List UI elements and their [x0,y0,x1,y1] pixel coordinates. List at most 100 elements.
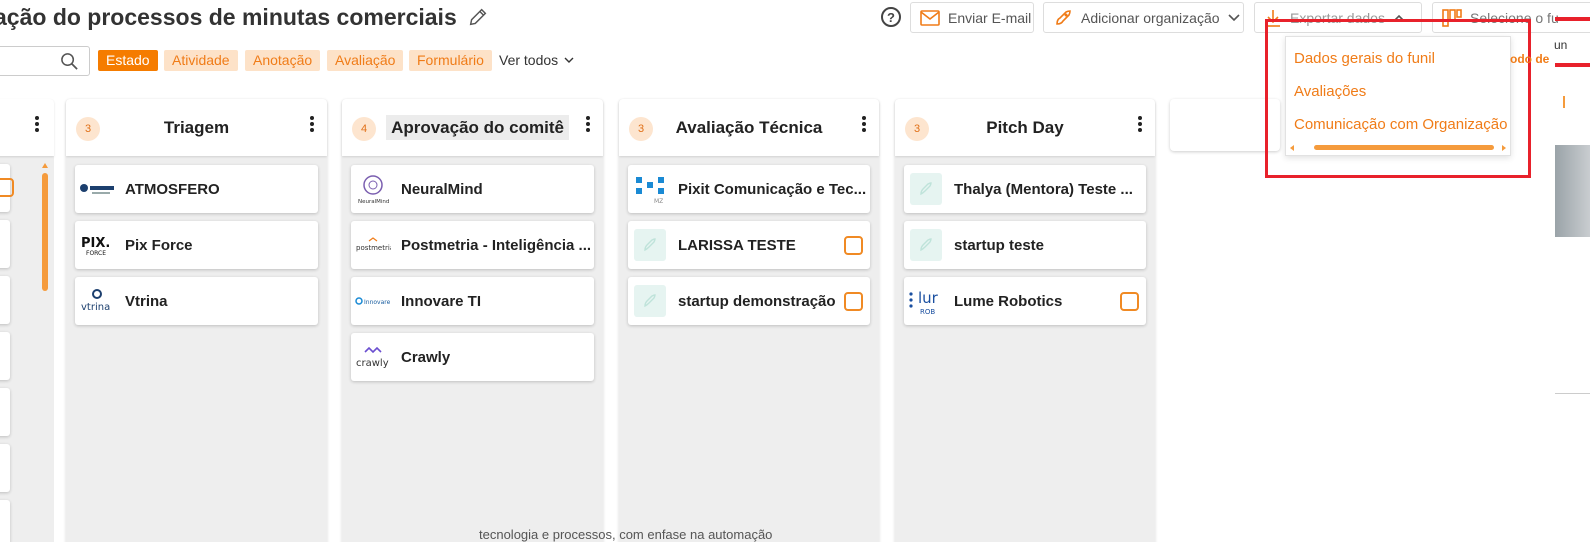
filter-chip-estado[interactable]: Estado [98,50,158,71]
filter-chip-atividade[interactable]: Atividade [164,50,238,71]
card-name: Lume Robotics [954,292,1063,310]
card-name: Crawly [401,348,451,366]
form-icon[interactable] [844,236,863,255]
kebab-menu-icon[interactable] [1137,115,1143,133]
lume-logo: lur ROB [908,285,944,317]
kebab-menu-icon[interactable] [309,115,315,133]
add-organization-button[interactable]: Adicionar organização [1043,2,1244,33]
kanban-card[interactable]: NeuralMind NeuralMind [351,165,594,213]
svg-text:PIX.: PIX. [81,236,110,251]
edge-image [1555,145,1590,237]
rocket-placeholder-logo [632,229,668,261]
edge-orange-mark [1563,96,1568,108]
help-icon[interactable]: ? [881,7,901,27]
see-all-label: Ver todos [499,52,559,68]
kebab-menu-icon[interactable] [34,115,40,133]
card-name: NeuralMind [401,180,483,198]
kanban-card[interactable] [0,220,10,268]
send-email-button[interactable]: Enviar E-mail [910,2,1034,33]
pixforce-logo: PIX. FORCE [79,229,115,261]
svg-text:ROB: ROB [920,308,935,316]
kanban-column-avaliacao-tecnica: 3 Avaliação Técnica MZ Pixit Comunicação… [619,99,879,542]
kanban-card[interactable]: Innovare TI Innovare TI [351,277,594,325]
vtrina-logo: vtrina [79,285,115,317]
pixit-logo: MZ [632,173,668,205]
kanban-card[interactable] [0,500,10,542]
kanban-card[interactable]: MZ Pixit Comunicação e Tec... [628,165,870,213]
kanban-card[interactable]: startup demonstração [628,277,870,325]
kanban-card[interactable] [0,164,14,212]
column-header: 3 Avaliação Técnica [619,99,879,156]
kanban-card[interactable]: postmetria Postmetria - Inteligência ... [351,221,594,269]
column-title-text: Aprovação do comitê [386,115,569,140]
card-name: Pixit Comunicação e Tec... [678,180,867,198]
edge-orange-text: odo de [1510,52,1550,66]
column-title: Aprovação do comitê [342,115,603,140]
card-name: Pix Force [125,236,193,254]
chevron-down-icon [564,57,574,63]
page-title: ação do processos de minutas comerciais [0,2,489,32]
svg-text:MZ: MZ [654,198,663,205]
kanban-card[interactable]: Thalya (Mentora) Teste ... [904,165,1146,213]
kanban-card[interactable]: vtrina Vtrina [75,277,318,325]
column-title: Triagem [163,118,230,137]
card-name: Vtrina [125,292,168,310]
kanban-card[interactable] [0,332,10,380]
highlight-annotation-box [1265,19,1531,178]
filter-chip-anotacao[interactable]: Anotação [245,50,321,71]
kanban-column-pitch-day: 3 Pitch Day Thalya (Mentora) Teste ... s… [895,99,1155,542]
edge-divider [1555,393,1590,394]
svg-text:FORCE: FORCE [86,250,106,256]
kanban-column-partial [0,99,54,542]
filter-chip-formulario[interactable]: Formulário [409,50,492,71]
kanban-card[interactable]: startup teste [904,221,1146,269]
kanban-card[interactable]: LARISSA TESTE [628,221,870,269]
svg-text:postmetria: postmetria [356,244,391,252]
card-name: Thalya (Mentora) Teste ... [954,180,1133,198]
column-scrollbar[interactable] [42,163,48,295]
column-title: Avaliação Técnica [675,118,823,137]
form-icon[interactable] [0,178,14,197]
rocket-placeholder-logo [908,173,944,205]
chevron-down-icon [1227,13,1240,21]
kebab-menu-icon[interactable] [585,115,591,133]
search-icon[interactable] [60,52,79,71]
kanban-card[interactable]: PIX. FORCE Pix Force [75,221,318,269]
svg-text:Innovare TI: Innovare TI [364,299,391,306]
form-icon[interactable] [844,292,863,311]
page-title-text: ação do processos de minutas comerciais [0,3,457,30]
card-name: Postmetria - Inteligência ... [401,236,592,254]
kanban-card[interactable]: lur ROB Lume Robotics [904,277,1146,325]
search-input[interactable] [0,46,90,76]
scroll-up-arrow[interactable] [42,163,48,168]
see-all-filters[interactable]: Ver todos [499,52,574,68]
form-icon[interactable] [1120,292,1139,311]
svg-text:vtrina: vtrina [81,302,110,313]
column-header [0,99,54,156]
card-name: ATMOSFERO [125,180,220,198]
edge-text: un [1554,38,1568,52]
kanban-card[interactable] [0,444,10,492]
column-title: Pitch Day [986,118,1064,137]
rocket-placeholder-logo [632,285,668,317]
column-header: 3 Pitch Day [895,99,1155,156]
rocket-icon [1056,9,1071,25]
filter-chip-avaliacao[interactable]: Avaliação [327,50,404,71]
add-organization-label: Adicionar organização [1081,9,1220,26]
kanban-card[interactable]: ATMOSFERO [75,165,318,213]
kebab-menu-icon[interactable] [861,115,867,133]
edge-red-bar [1555,17,1590,21]
kanban-card[interactable] [0,388,10,436]
pencil-icon[interactable] [467,6,489,28]
innovare-logo: Innovare TI [355,285,391,317]
kanban-column-aprovacao-comite: 4 Aprovação do comitê NeuralMind NeuralM… [342,99,603,542]
send-email-label: Enviar E-mail [948,9,1032,26]
kanban-card[interactable]: crawly Crawly [351,333,594,381]
column-header: 3 Triagem [66,99,327,156]
edge-red-bar [1555,63,1590,67]
svg-text:NeuralMind: NeuralMind [358,199,389,205]
scroll-thumb[interactable] [42,173,48,291]
card-name: Innovare TI [401,292,482,310]
kanban-card[interactable] [0,276,10,324]
card-name: startup demonstração [678,292,836,310]
